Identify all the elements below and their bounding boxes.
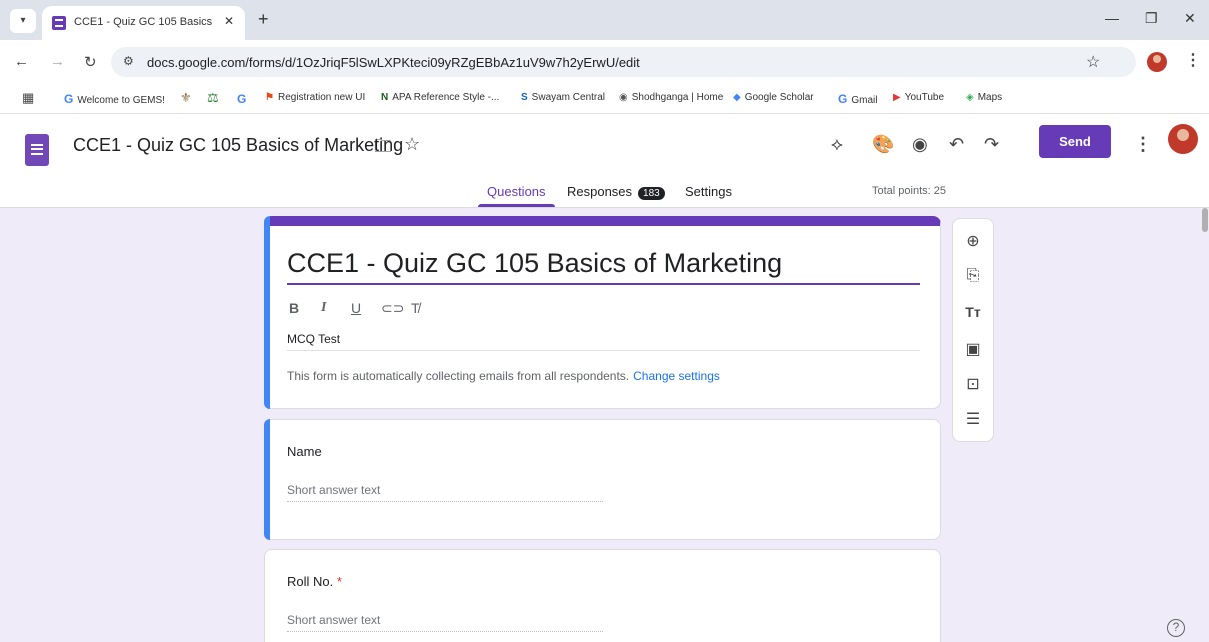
- address-bar-row: ← → ↻ ⚙ docs.google.com/forms/d/1OzJriqF…: [0, 40, 1209, 84]
- bookmark-gems[interactable]: G Welcome to GEMS!: [64, 92, 165, 106]
- add-image-icon[interactable]: ▣: [953, 339, 993, 359]
- back-icon[interactable]: ←: [14, 53, 29, 70]
- bookmark-gmail[interactable]: G Gmail: [838, 92, 877, 106]
- shodhganga-icon: ◉: [619, 92, 628, 103]
- forward-icon[interactable]: →: [50, 53, 65, 70]
- profile-avatar[interactable]: [1147, 52, 1167, 72]
- question-card[interactable]: Roll No. * Short answer text: [264, 549, 941, 642]
- tab-title: CCE1 - Quiz GC 105 Basics of Marke: [74, 16, 214, 28]
- question-title[interactable]: Roll No. *: [287, 574, 342, 589]
- underline-icon[interactable]: U: [351, 300, 361, 316]
- close-window-icon[interactable]: ✕: [1184, 10, 1196, 27]
- bookmark-registration[interactable]: ⚑ Registration new UI: [265, 92, 365, 103]
- add-video-icon[interactable]: ⊡: [953, 374, 993, 394]
- reload-icon[interactable]: ↻: [84, 53, 97, 71]
- help-icon[interactable]: ?: [1167, 619, 1185, 637]
- restore-icon[interactable]: ❐: [1145, 10, 1158, 27]
- more-options-icon[interactable]: ⋮: [1134, 134, 1152, 155]
- scrollbar-thumb[interactable]: [1202, 208, 1208, 232]
- floating-toolbar: ⊕ ⎘ Tт ▣ ⊡ ☰: [952, 218, 994, 442]
- question-title[interactable]: Name: [287, 444, 322, 459]
- link-icon[interactable]: ⊂⊃: [381, 300, 404, 317]
- forms-logo-icon[interactable]: [25, 134, 49, 166]
- swayam-icon: S: [521, 92, 528, 103]
- send-button[interactable]: Send: [1039, 125, 1111, 158]
- tab-responses-label: Responses: [567, 184, 633, 199]
- apa-icon: N: [381, 92, 389, 103]
- account-avatar[interactable]: [1168, 124, 1198, 154]
- browser-tab[interactable]: CCE1 - Quiz GC 105 Basics of Marke ✕: [42, 6, 245, 40]
- tab-settings[interactable]: Settings: [685, 184, 732, 199]
- maps-icon: ◈: [966, 92, 974, 103]
- scrollbar-track[interactable]: [1201, 208, 1209, 642]
- italic-icon[interactable]: I: [321, 300, 326, 316]
- active-tab-indicator: [478, 204, 555, 207]
- scholar-icon: ◆: [733, 92, 741, 103]
- email-note-text: This form is automatically collecting em…: [287, 369, 630, 383]
- bookmark-apa[interactable]: N APA Reference Style -...: [381, 92, 499, 103]
- add-question-icon[interactable]: ⊕: [953, 231, 993, 251]
- minimize-icon[interactable]: —: [1105, 10, 1119, 26]
- emblem-icon-2[interactable]: ⚖: [207, 90, 219, 106]
- total-points: Total points: 25: [872, 185, 946, 197]
- description-underline: [287, 350, 920, 351]
- bold-icon[interactable]: B: [289, 300, 299, 316]
- chrome-menu-icon[interactable]: ⋮: [1185, 50, 1201, 70]
- undo-icon[interactable]: ↶: [949, 134, 964, 155]
- star-icon[interactable]: ☆: [404, 134, 420, 155]
- omnibox[interactable]: ⚙ docs.google.com/forms/d/1OzJriqF5lSwLX…: [111, 47, 1136, 77]
- import-questions-icon[interactable]: ⎘: [953, 267, 993, 285]
- tab-close-icon[interactable]: ✕: [224, 14, 234, 28]
- registration-icon: ⚑: [265, 92, 274, 103]
- form-tabs: Questions Responses 183 Settings Total po…: [0, 184, 1209, 208]
- email-collection-note: This form is automatically collecting em…: [287, 369, 720, 383]
- tab-responses[interactable]: Responses 183: [567, 184, 665, 200]
- short-answer-placeholder: Short answer text: [287, 483, 381, 497]
- site-info-icon[interactable]: ⚙: [123, 54, 134, 68]
- emblem-icon[interactable]: ⚜: [180, 90, 192, 106]
- bookmark-maps[interactable]: ◈ Maps: [966, 92, 1002, 103]
- bookmark-youtube[interactable]: ▶ YouTube: [893, 92, 944, 103]
- title-underline: [287, 283, 920, 285]
- youtube-icon: ▶: [893, 92, 901, 103]
- form-description[interactable]: MCQ Test: [287, 332, 340, 346]
- tab-questions[interactable]: Questions: [487, 184, 546, 199]
- form-editor: CCE1 - Quiz GC 105 Basics of Marketing B…: [0, 208, 1209, 642]
- add-title-icon[interactable]: Tт: [953, 304, 993, 320]
- clear-formatting-icon[interactable]: T̸: [411, 300, 420, 316]
- form-title-input[interactable]: CCE1 - Quiz GC 105 Basics of Marketing: [287, 248, 782, 279]
- responses-count-badge: 183: [638, 187, 665, 200]
- answer-underline: [287, 631, 603, 632]
- forms-favicon-icon: [52, 16, 66, 30]
- addons-icon[interactable]: ⟡: [831, 134, 843, 155]
- google-g-icon: G: [237, 92, 247, 106]
- document-title[interactable]: CCE1 - Quiz GC 105 Basics of Marketing: [73, 135, 403, 156]
- short-answer-placeholder: Short answer text: [287, 613, 381, 627]
- question-title-text: Roll No.: [287, 574, 334, 589]
- bookmarks-bar: ▦ G Welcome to GEMS! ⚜ ⚖ G ⚑ Registration …: [0, 84, 1209, 114]
- bookmark-star-icon[interactable]: ☆: [1086, 52, 1100, 72]
- answer-underline: [287, 501, 603, 502]
- browser-tab-bar: ▾ CCE1 - Quiz GC 105 Basics of Marke ✕ +…: [0, 0, 1209, 40]
- form-title-card[interactable]: CCE1 - Quiz GC 105 Basics of Marketing B…: [264, 216, 941, 409]
- tab-search-button[interactable]: ▾: [10, 9, 36, 33]
- change-settings-link[interactable]: Change settings: [633, 369, 720, 383]
- palette-icon[interactable]: 🎨: [872, 134, 894, 155]
- bookmark-scholar[interactable]: ◆ Google Scholar: [733, 92, 814, 103]
- google-g-icon: G: [838, 92, 848, 106]
- apps-grid-icon[interactable]: ▦: [22, 90, 34, 106]
- redo-icon[interactable]: ↷: [984, 134, 999, 155]
- bookmark-swayam[interactable]: S Swayam Central: [521, 92, 605, 103]
- google-g-icon: G: [64, 92, 74, 106]
- required-asterisk: *: [336, 574, 342, 589]
- new-tab-button[interactable]: +: [258, 9, 269, 30]
- bookmark-google[interactable]: G: [237, 92, 250, 106]
- add-section-icon[interactable]: ☰: [953, 409, 993, 429]
- url-text[interactable]: docs.google.com/forms/d/1OzJriqF5lSwLXPK…: [147, 55, 640, 70]
- question-card[interactable]: Name Short answer text: [264, 419, 941, 540]
- preview-eye-icon[interactable]: ◉: [912, 134, 928, 155]
- folder-icon[interactable]: 🗀: [374, 134, 392, 164]
- bookmark-shodhganga[interactable]: ◉ Shodhganga | Home: [619, 92, 723, 103]
